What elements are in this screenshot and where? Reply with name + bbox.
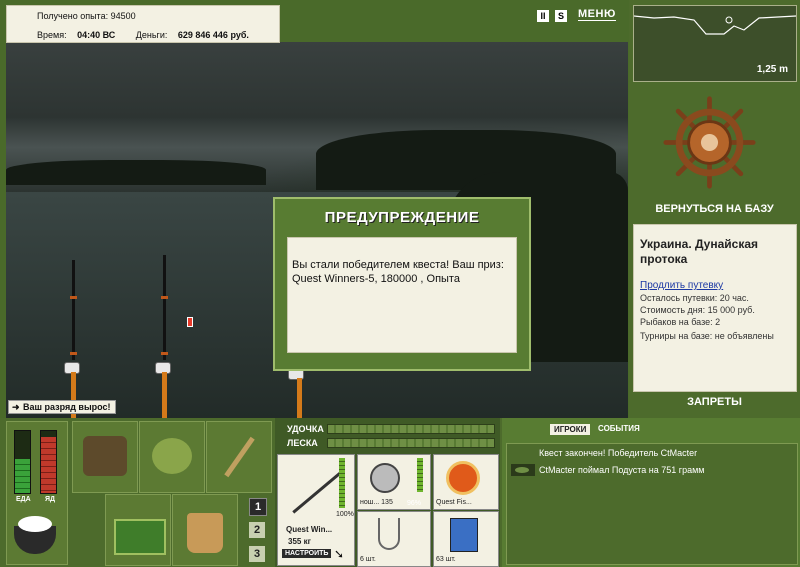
tab-events[interactable]: СОБЫТИЯ xyxy=(598,424,640,433)
menu-button[interactable]: МЕНЮ xyxy=(578,8,616,21)
rod-tension-label: УДОЧКА xyxy=(287,424,324,434)
far-shore xyxy=(6,160,266,185)
tools-icon xyxy=(224,436,255,478)
rod-slot-1-button[interactable]: 1 xyxy=(249,498,267,516)
backpack-icon xyxy=(83,436,127,476)
keepnet-slot[interactable] xyxy=(139,421,205,493)
food-label: ЕДА xyxy=(16,496,31,503)
arrow-right-icon: ➜ xyxy=(12,402,20,412)
reel-condition: 96% xyxy=(407,500,422,507)
depth-gauge: 1,25 m xyxy=(633,5,797,82)
events-log: Квест закончен! Победитель CtMacter CtMa… xyxy=(506,443,798,565)
keepnet-icon xyxy=(152,438,192,474)
day-cost: Стоимость дня: 15 000 руб. xyxy=(640,305,755,315)
warning-dialog: ПРЕДУПРЕЖДЕНИЕ Вы стали победителем квес… xyxy=(273,197,531,371)
line-tension-bar xyxy=(327,438,495,448)
fish-icon xyxy=(511,464,535,476)
bans-button[interactable]: ЗАПРЕТЫ xyxy=(629,396,800,408)
cauldron-icon[interactable] xyxy=(12,512,58,558)
events-panel: ИГРОКИ СОБЫТИЯ Квест закончен! Победител… xyxy=(502,418,800,567)
permit-remaining: Осталось путевки: 20 час. xyxy=(640,293,749,303)
bait-count: 63 шт. xyxy=(436,556,456,563)
reel-icon xyxy=(370,463,400,493)
float-icon xyxy=(187,317,193,327)
rod-slot-2-button[interactable]: 2 xyxy=(249,522,265,538)
food-basket-slot[interactable] xyxy=(105,494,171,566)
bait-slot[interactable]: 63 шт. xyxy=(433,511,499,567)
rod-slot-3-button[interactable]: 3 xyxy=(249,546,265,562)
location-title: Украина. Дунайская протока xyxy=(640,237,759,266)
hook-slot[interactable]: 6 шт. xyxy=(357,511,431,567)
rank-notice[interactable]: ➜ Ваш разряд вырос! xyxy=(8,400,116,414)
bait-bucket-slot[interactable] xyxy=(172,494,238,566)
food-level xyxy=(15,459,30,493)
tools-slot[interactable] xyxy=(206,421,272,493)
stats-panel: Получено опыта: 94500 Время: 04:40 ВС Де… xyxy=(6,5,280,43)
time-value: 04:40 ВС xyxy=(77,30,116,40)
tackle-panel: УДОЧКА ЛЕСКА Quest Win... 355 кг 100% НА… xyxy=(275,418,500,567)
ship-wheel-icon[interactable] xyxy=(662,95,757,190)
poison-label: ЯД xyxy=(45,496,56,503)
hook-icon xyxy=(378,518,400,550)
line-slot[interactable]: Quest Fis... xyxy=(433,454,499,510)
rod-tension-bar xyxy=(327,424,495,434)
dialog-body: Вы стали победителем квеста! Ваш приз: Q… xyxy=(287,237,517,353)
food-meter xyxy=(14,430,31,494)
rod-condition-bar xyxy=(339,458,345,508)
fishers-count: Рыбаков на базе: 2 xyxy=(640,317,721,327)
rod-icon xyxy=(292,471,342,514)
rank-notice-text: Ваш разряд вырос! xyxy=(23,402,111,412)
dialog-message: Вы стали победителем квеста! Ваш приз: Q… xyxy=(292,259,504,285)
dialog-title: ПРЕДУПРЕЖДЕНИЕ xyxy=(324,209,480,226)
poison-level xyxy=(41,437,56,493)
event-line: CtMacter поймал Подуста на 751 грамм xyxy=(539,465,705,475)
rod-condition: 100% xyxy=(336,511,354,518)
arrow-down-right-icon: ➘ xyxy=(334,547,345,561)
game-screen: Получено опыта: 94500 Время: 04:40 ВС Де… xyxy=(0,0,800,567)
line-spool-icon xyxy=(446,461,480,495)
money-label: Деньги: xyxy=(135,30,168,40)
time-label: Время: xyxy=(37,30,67,40)
reel-name: нош... 135 xyxy=(360,499,393,506)
location-panel: Украина. Дунайская протока Продлить путе… xyxy=(633,224,797,392)
setup-button[interactable]: НАСТРОИТЬ xyxy=(282,549,332,558)
line-name: Quest Fis... xyxy=(436,499,472,506)
sound-button[interactable]: S xyxy=(555,10,567,22)
rod-name: Quest Win... xyxy=(286,525,333,534)
rod-weight: 355 кг xyxy=(288,537,311,546)
tab-players[interactable]: ИГРОКИ xyxy=(550,424,591,435)
experience-label: Получено опыта: xyxy=(37,11,109,21)
tournaments-info: Турниры на базе: не объявлены xyxy=(640,331,774,341)
hook-count: 6 шт. xyxy=(360,556,376,563)
experience-value: 94500 xyxy=(110,11,136,21)
event-line: Квест закончен! Победитель CtMacter xyxy=(539,448,698,458)
extend-permit-link[interactable]: Продлить путевку xyxy=(640,280,723,291)
bucket-icon xyxy=(187,513,223,553)
backpack-slot[interactable] xyxy=(72,421,138,493)
return-to-base-button[interactable]: ВЕРНУТЬСЯ НА БАЗУ xyxy=(629,203,800,215)
basket-icon xyxy=(114,519,166,555)
bait-pack-icon xyxy=(450,518,478,552)
line-tension-label: ЛЕСКА xyxy=(287,438,318,448)
pause-button[interactable]: II xyxy=(537,10,549,22)
money-value: 629 846 446 руб. xyxy=(177,30,249,40)
reel-condition-bar xyxy=(417,458,423,492)
depth-value: 1,25 m xyxy=(756,64,788,75)
poison-meter xyxy=(40,430,57,494)
